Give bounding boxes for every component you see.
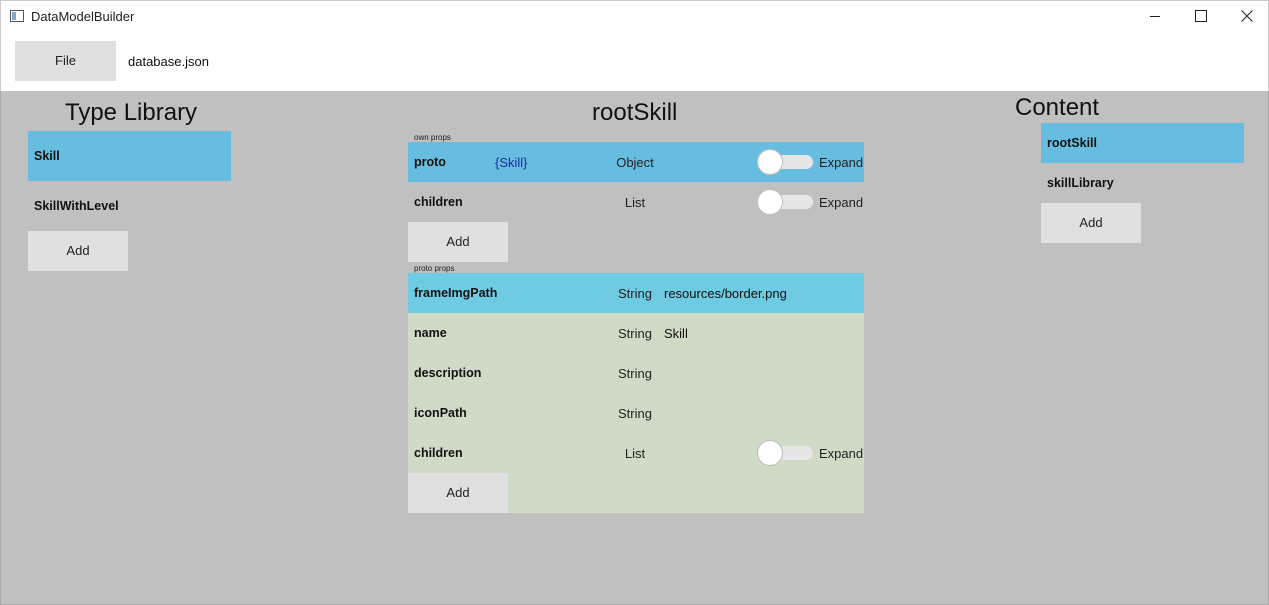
prop-name: iconPath (414, 406, 467, 420)
expand-toggle[interactable] (757, 440, 813, 466)
close-button[interactable] (1224, 1, 1269, 31)
prop-name: name (414, 326, 447, 340)
prop-proto-type: {Skill} (495, 155, 528, 170)
content-title: Content (1015, 94, 1100, 121)
prop-value[interactable]: resources/border.png (664, 286, 787, 301)
prop-name: description (414, 366, 482, 380)
editor-title: rootSkill (592, 99, 678, 126)
proto-props-label: proto props (414, 264, 455, 273)
window-title: DataModelBuilder (31, 9, 135, 24)
content-item-rootskill[interactable]: rootSkill (1041, 123, 1244, 163)
type-library-title: Type Library (65, 99, 198, 126)
prop-type: String (618, 406, 652, 421)
prop-type: String (618, 286, 652, 301)
prop-name: children (414, 446, 463, 460)
own-props-label: own props (414, 133, 451, 142)
prop-row-children[interactable]: children List Expand (408, 182, 864, 222)
type-library-add-button[interactable]: Add (28, 231, 128, 271)
expand-label: Expand (819, 195, 864, 210)
file-name-label: database.json (128, 54, 209, 69)
prop-row-iconpath[interactable]: iconPath String (408, 393, 864, 433)
expand-label: Expand (819, 446, 864, 461)
minimize-button[interactable] (1132, 1, 1178, 31)
expand-toggle[interactable] (757, 149, 813, 175)
prop-name: proto (414, 155, 446, 169)
prop-row-name[interactable]: name String Skill (408, 313, 864, 353)
expand-label: Expand (819, 155, 864, 170)
prop-type: List (624, 446, 646, 461)
file-button[interactable]: File (15, 41, 116, 81)
close-icon (1241, 10, 1253, 22)
own-props-add-button[interactable]: Add (408, 222, 508, 262)
content-item-skilllibrary[interactable]: skillLibrary (1041, 163, 1244, 203)
content-add-button[interactable]: Add (1041, 203, 1141, 243)
prop-type: Object (616, 155, 654, 170)
prop-name: children (414, 195, 463, 209)
proto-props-add-button[interactable]: Add (408, 473, 508, 513)
expand-toggle[interactable] (757, 189, 813, 215)
app-icon (10, 10, 24, 22)
type-library-item-skill[interactable]: Skill (28, 131, 231, 181)
prop-row-proto-children[interactable]: children List Expand (408, 433, 864, 473)
main-panel: Type Library Skill SkillWithLevel Add ro… (0, 91, 1269, 605)
type-library-item-skillwithlevel[interactable]: SkillWithLevel (28, 181, 231, 231)
prop-row-frameimgpath[interactable]: frameImgPath String resources/border.png (408, 273, 864, 313)
prop-type: String (618, 326, 652, 341)
prop-name: frameImgPath (414, 286, 498, 300)
prop-row-description[interactable]: description String (408, 353, 864, 393)
prop-type: String (618, 366, 652, 381)
prop-row-proto[interactable]: proto {Skill} Object Expand (408, 142, 864, 182)
prop-value[interactable]: Skill (664, 326, 688, 341)
maximize-button[interactable] (1178, 1, 1224, 31)
toolbar: File database.json (0, 31, 1269, 91)
title-bar: DataModelBuilder (0, 0, 1269, 31)
prop-type: List (624, 195, 646, 210)
